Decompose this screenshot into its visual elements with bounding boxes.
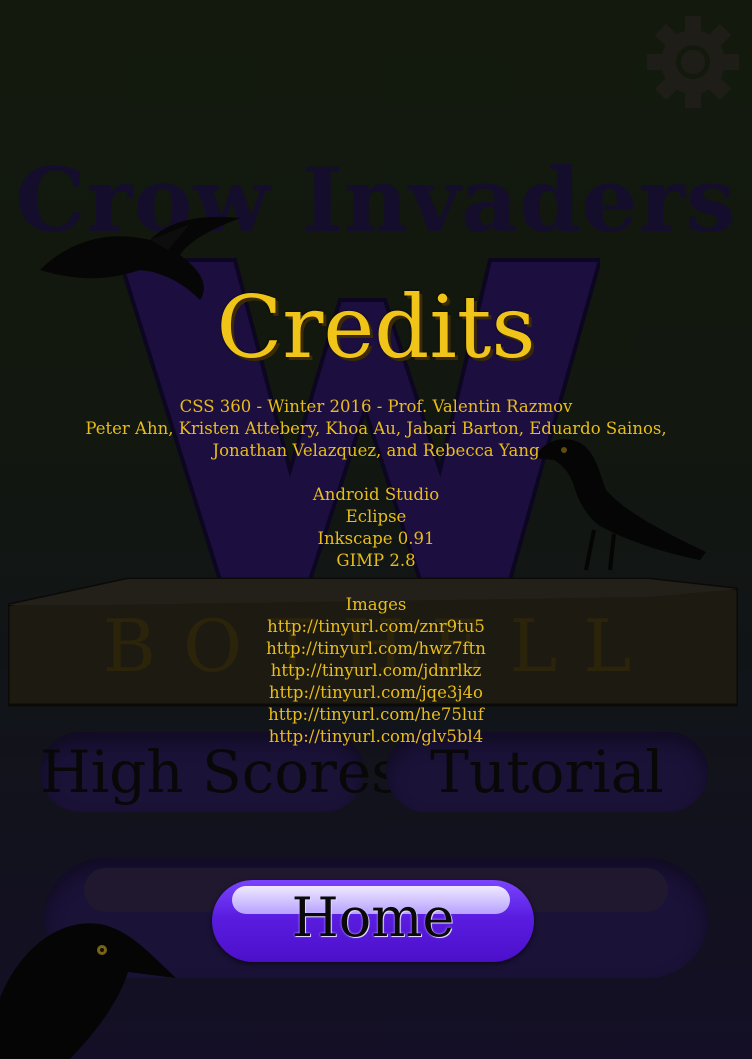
high-scores-label: High Scores — [40, 738, 401, 806]
image-link: http://tinyurl.com/he75luf — [268, 705, 484, 724]
tool-item: Android Studio — [312, 485, 440, 504]
tool-item: Eclipse — [345, 507, 407, 526]
course-line: CSS 360 - Winter 2016 - Prof. Valentin R… — [179, 397, 573, 416]
game-screen: Crow Invaders BOTHELL High Scores Tutori… — [0, 0, 752, 1059]
team-line: Jonathan Velazquez, and Rebecca Yang — [212, 441, 540, 460]
image-link: http://tinyurl.com/glv5bl4 — [268, 727, 484, 746]
home-button-label: Home — [291, 886, 455, 949]
gear-icon[interactable] — [645, 14, 741, 110]
credits-heading: Credits — [216, 278, 536, 378]
image-link: http://tinyurl.com/jqe3j4o — [269, 683, 483, 702]
tool-item: GIMP 2.8 — [336, 551, 416, 570]
crow-head — [0, 923, 176, 1059]
image-link: http://tinyurl.com/jdnrlkz — [270, 661, 482, 680]
credits-text-block: CSS 360 - Winter 2016 - Prof. Valentin R… — [0, 396, 752, 748]
team-line: Peter Ahn, Kristen Attebery, Khoa Au, Ja… — [85, 419, 667, 438]
tutorial-label: Tutorial — [430, 738, 664, 806]
image-link: http://tinyurl.com/hwz7ftn — [266, 639, 486, 658]
images-heading: Images — [345, 595, 407, 614]
image-link: http://tinyurl.com/znr9tu5 — [267, 617, 485, 636]
tool-item: Inkscape 0.91 — [317, 529, 435, 548]
home-button[interactable]: Home — [212, 880, 534, 962]
